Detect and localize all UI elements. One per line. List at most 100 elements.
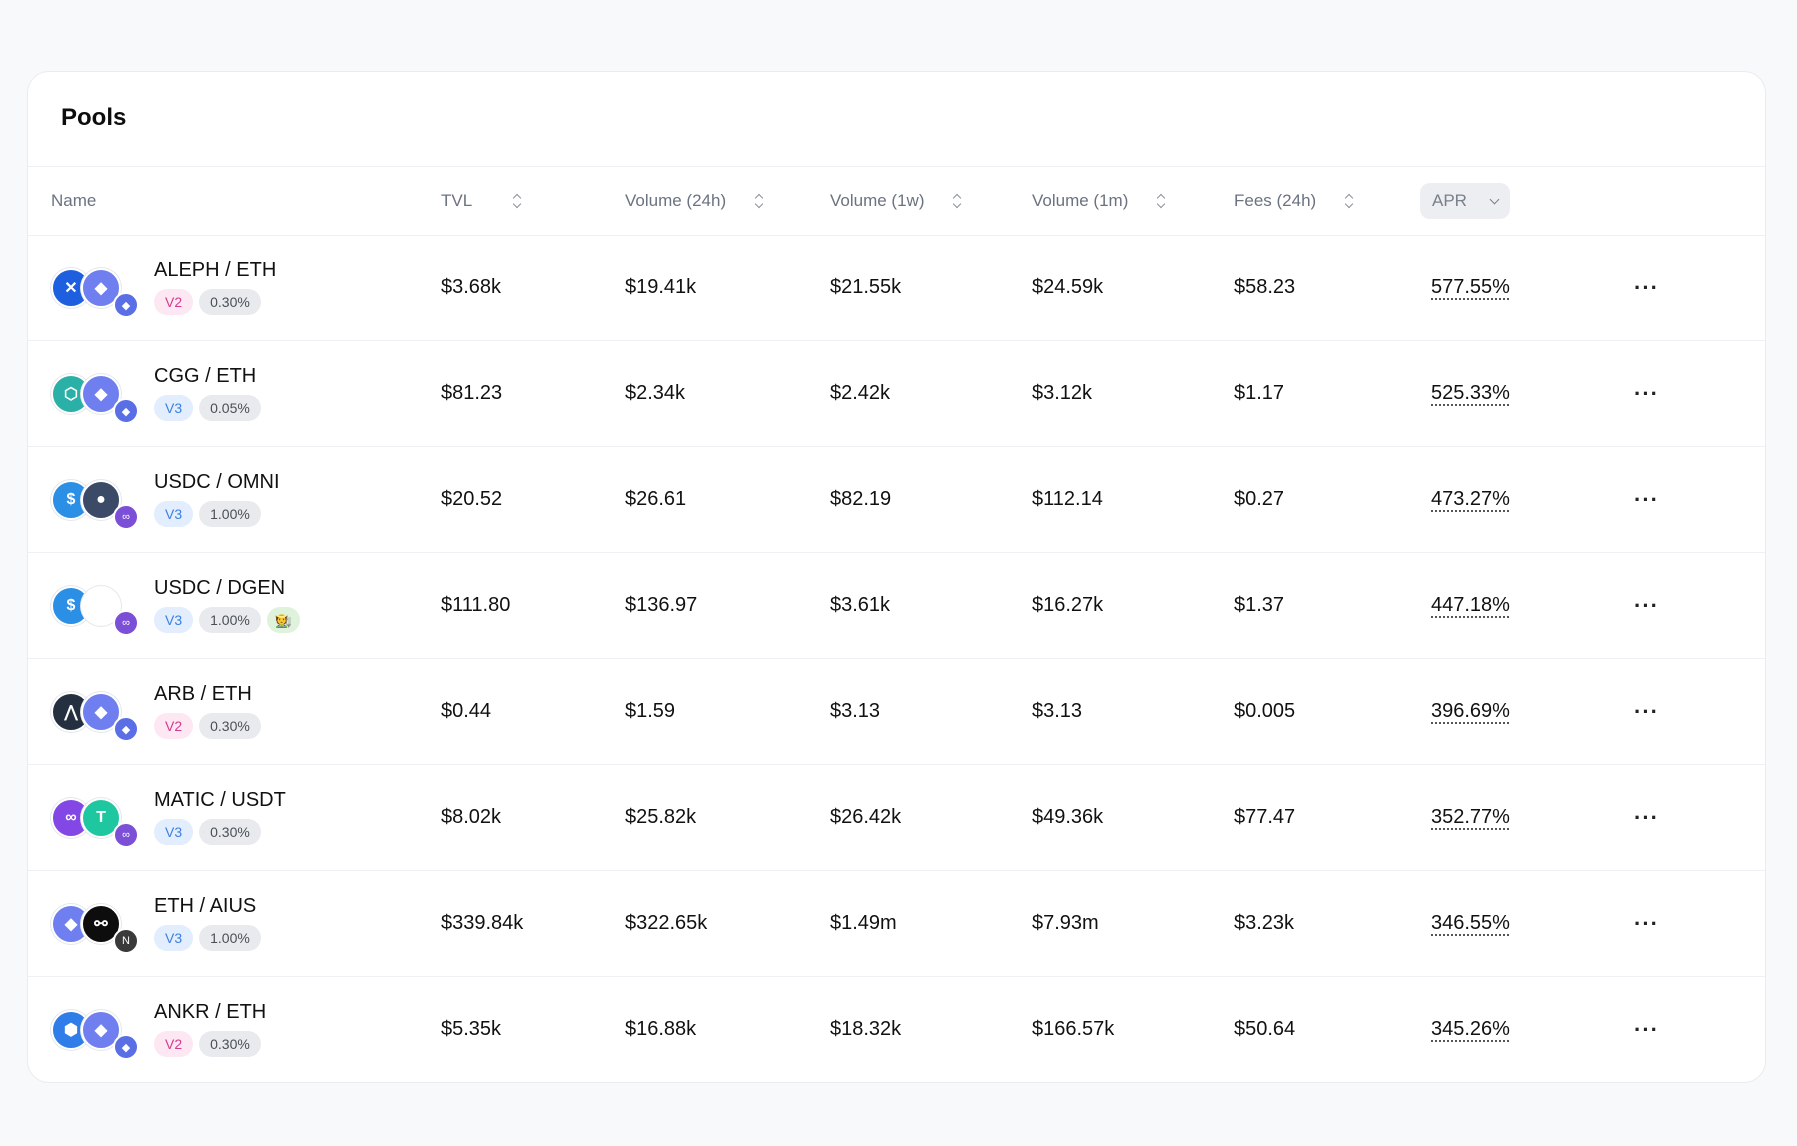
tvl-cell: $81.23 xyxy=(441,382,503,404)
pool-pair[interactable]: USDC / OMNI xyxy=(154,471,280,494)
pool-name-block: CGG / ETH V3 0.05% xyxy=(154,365,261,421)
polygon-chain-icon: ∞ xyxy=(113,504,139,530)
fees-24h-cell: $50.64 xyxy=(1234,1018,1296,1040)
fees-24h-cell: $1.37 xyxy=(1234,594,1285,616)
table-row[interactable]: ⬢ ◆ ◆ ANKR / ETH V2 0.30% $5.35k $16.88k… xyxy=(28,977,1765,1082)
column-header-volume-24h[interactable]: Volume (24h) xyxy=(625,167,764,235)
page-title: Pools xyxy=(61,104,127,131)
pool-badges: V2 0.30% xyxy=(154,713,261,739)
table-row[interactable]: ◆ ⚯ N ETH / AIUS V3 1.00% $339.84k $322.… xyxy=(28,871,1765,977)
pair-icons: $ ● ∞ xyxy=(51,480,141,530)
volume-1w-cell: $21.55k xyxy=(830,276,902,298)
apr-value[interactable]: 396.69% xyxy=(1431,700,1510,723)
fee-tier-badge: 0.30% xyxy=(199,1031,261,1057)
apr-value[interactable]: 346.55% xyxy=(1431,912,1510,935)
more-options-icon[interactable]: ··· xyxy=(1634,977,1659,1082)
apr-cell: 447.18% xyxy=(1431,553,1510,658)
volume-1w-cell: $3.13 xyxy=(830,700,881,722)
volume-24h-cell: $1.59 xyxy=(625,700,676,722)
fees-24h-cell: $1.17 xyxy=(1234,382,1285,404)
more-options-icon[interactable]: ··· xyxy=(1634,659,1659,764)
fee-tier-badge: 1.00% xyxy=(199,501,261,527)
polygon-chain-icon: ∞ xyxy=(113,822,139,848)
apr-cell: 345.26% xyxy=(1431,977,1510,1082)
volume-1m-cell: $166.57k xyxy=(1032,1018,1115,1040)
column-header-name-label: Name xyxy=(51,191,97,210)
apr-value[interactable]: 345.26% xyxy=(1431,1018,1510,1041)
apr-cell: 473.27% xyxy=(1431,447,1510,552)
apr-sort-pill[interactable]: APR xyxy=(1420,183,1510,219)
pool-name-block: MATIC / USDT V3 0.30% xyxy=(154,789,286,845)
table-row[interactable]: $ ● ∞ USDC / OMNI V3 1.00% $20.52 $26.61… xyxy=(28,447,1765,553)
table-row[interactable]: $ ∞ USDC / DGEN V3 1.00% 🧑‍🌾 $111.80 $13… xyxy=(28,553,1765,659)
column-header-name: Name xyxy=(51,167,96,235)
table-row[interactable]: ⬡ ◆ ◆ CGG / ETH V3 0.05% $81.23 $2.34k $… xyxy=(28,341,1765,447)
ethereum-chain-icon: ◆ xyxy=(113,716,139,742)
volume-24h-cell: $136.97 xyxy=(625,594,698,616)
fee-tier-badge: 0.05% xyxy=(199,395,261,421)
apr-cell: 396.69% xyxy=(1431,659,1510,764)
pair-icons: ✕ ◆ ◆ xyxy=(51,268,141,318)
sort-icon[interactable] xyxy=(1344,193,1354,209)
table-row[interactable]: ⋀ ◆ ◆ ARB / ETH V2 0.30% $0.44 $1.59 $3.… xyxy=(28,659,1765,765)
sort-icon[interactable] xyxy=(512,193,522,209)
pool-name-block: ARB / ETH V2 0.30% xyxy=(154,683,261,739)
version-badge: V2 xyxy=(154,713,194,739)
column-header-volume-1m[interactable]: Volume (1m) xyxy=(1032,167,1166,235)
volume-1w-cell: $3.61k xyxy=(830,594,891,616)
polygon-chain-icon: ∞ xyxy=(113,610,139,636)
more-options-icon[interactable]: ··· xyxy=(1634,871,1659,976)
version-badge: V3 xyxy=(154,607,194,633)
volume-1m-cell: $24.59k xyxy=(1032,276,1104,298)
fee-tier-badge: 0.30% xyxy=(199,289,261,315)
sort-icon[interactable] xyxy=(952,193,962,209)
version-badge: V3 xyxy=(154,501,194,527)
apr-value[interactable]: 473.27% xyxy=(1431,488,1510,511)
sort-icon[interactable] xyxy=(754,193,764,209)
sort-icon[interactable] xyxy=(1156,193,1166,209)
version-badge: V3 xyxy=(154,395,194,421)
column-header-fees-24h-label: Fees (24h) xyxy=(1234,191,1317,210)
table-row[interactable]: ∞ T ∞ MATIC / USDT V3 0.30% $8.02k $25.8… xyxy=(28,765,1765,871)
pool-pair[interactable]: ARB / ETH xyxy=(154,683,261,706)
more-options-icon[interactable]: ··· xyxy=(1634,341,1659,446)
fees-24h-cell: $0.27 xyxy=(1234,488,1285,510)
column-header-tvl[interactable]: TVL xyxy=(441,167,522,235)
apr-value[interactable]: 577.55% xyxy=(1431,276,1510,299)
pool-badges: V3 0.05% xyxy=(154,395,261,421)
pool-badges: V2 0.30% xyxy=(154,289,276,315)
apr-value[interactable]: 352.77% xyxy=(1431,806,1510,829)
pool-name-block: ANKR / ETH V2 0.30% xyxy=(154,1001,266,1057)
volume-1w-cell: $82.19 xyxy=(830,488,892,510)
pool-pair[interactable]: USDC / DGEN xyxy=(154,577,300,600)
volume-1w-cell: $2.42k xyxy=(830,382,891,404)
pair-icons: ◆ ⚯ N xyxy=(51,904,141,954)
column-header-apr[interactable]: APR xyxy=(1420,167,1510,235)
pool-badges: V3 1.00% xyxy=(154,501,280,527)
volume-24h-cell: $322.65k xyxy=(625,912,708,934)
column-header-fees-24h[interactable]: Fees (24h) xyxy=(1234,167,1354,235)
pool-pair[interactable]: MATIC / USDT xyxy=(154,789,286,812)
table-row[interactable]: ✕ ◆ ◆ ALEPH / ETH V2 0.30% $3.68k $19.41… xyxy=(28,235,1765,341)
apr-value[interactable]: 525.33% xyxy=(1431,382,1510,405)
pool-badges: V3 0.30% xyxy=(154,819,286,845)
pool-badges: V3 1.00% xyxy=(154,925,261,951)
more-options-icon[interactable]: ··· xyxy=(1634,553,1659,658)
pool-pair[interactable]: ANKR / ETH xyxy=(154,1001,266,1024)
app-frame: Pools Name TVL Volume (24h) Volume (1w) … xyxy=(0,0,1797,1146)
column-header-tvl-label: TVL xyxy=(441,191,473,210)
column-header-volume-1m-label: Volume (1m) xyxy=(1032,191,1129,210)
more-options-icon[interactable]: ··· xyxy=(1634,447,1659,552)
more-options-icon[interactable]: ··· xyxy=(1634,235,1659,340)
more-options-icon[interactable]: ··· xyxy=(1634,765,1659,870)
column-header-volume-1w[interactable]: Volume (1w) xyxy=(830,167,962,235)
column-header-volume-24h-label: Volume (24h) xyxy=(625,191,727,210)
apr-cell: 525.33% xyxy=(1431,341,1510,446)
arbitrum-nova-chain-icon: N xyxy=(113,928,139,954)
pool-pair[interactable]: CGG / ETH xyxy=(154,365,261,388)
tvl-cell: $0.44 xyxy=(441,700,492,722)
apr-value[interactable]: 447.18% xyxy=(1431,594,1510,617)
pool-pair[interactable]: ALEPH / ETH xyxy=(154,259,276,282)
pool-pair[interactable]: ETH / AIUS xyxy=(154,895,261,918)
column-header-apr-label: APR xyxy=(1432,191,1467,210)
